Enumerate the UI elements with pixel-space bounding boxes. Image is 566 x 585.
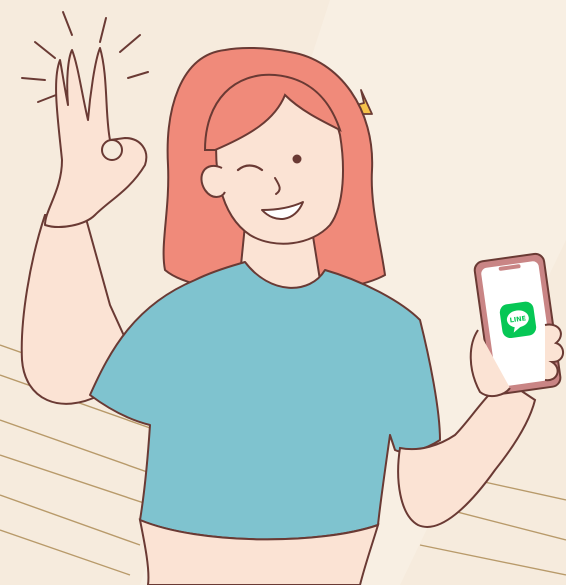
line-app-icon[interactable]: LINE — [499, 301, 537, 339]
woman-with-phone-illustration: LINE — [0, 0, 566, 585]
ok-circle — [101, 139, 123, 161]
illustration: LINE — [0, 0, 566, 585]
open-eye — [292, 154, 302, 164]
